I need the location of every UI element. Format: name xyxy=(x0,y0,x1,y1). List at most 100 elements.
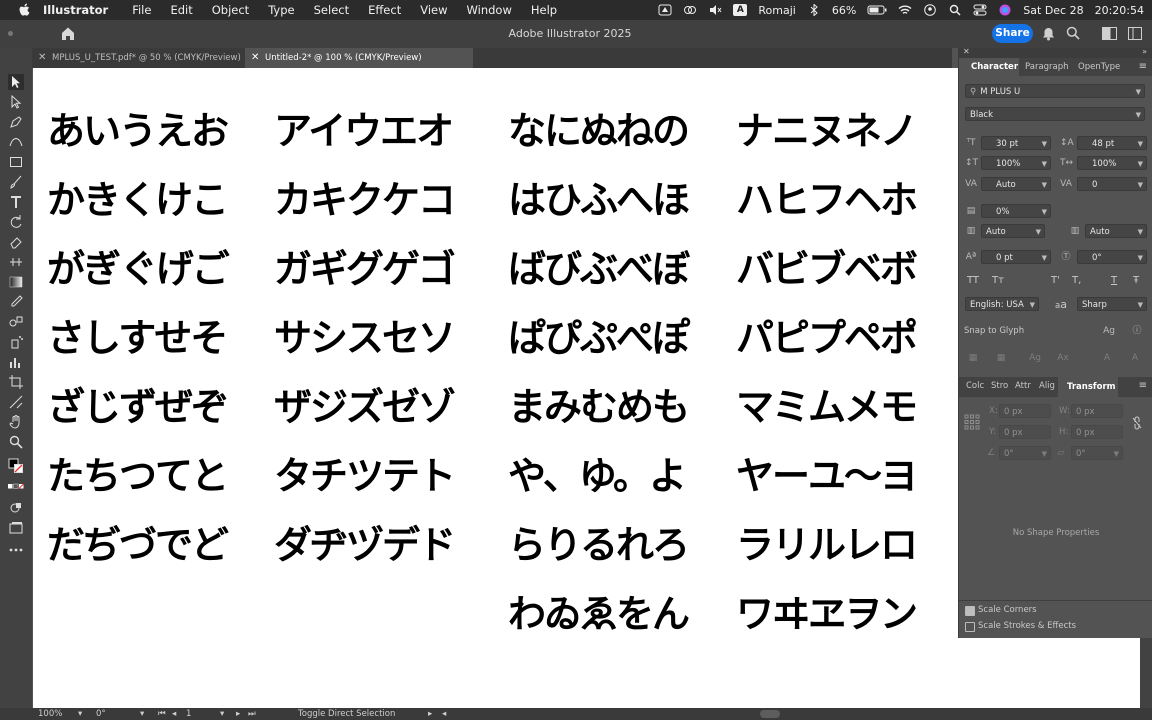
slice-tool-icon[interactable] xyxy=(8,394,24,410)
status-menu-arrow-icon[interactable]: ▸ xyxy=(428,708,432,720)
zoom-level-field[interactable]: 100% xyxy=(38,708,62,720)
underline-button[interactable]: T xyxy=(1111,275,1117,286)
kerning-field[interactable]: Auto ▼ xyxy=(981,177,1051,191)
vertical-scale-field[interactable]: 100% ▼ xyxy=(981,156,1051,170)
blend-tool-icon[interactable] xyxy=(8,314,24,330)
close-tab-icon[interactable]: ✕ xyxy=(38,48,46,68)
width-tool-icon[interactable] xyxy=(8,254,24,270)
glyph-row[interactable]: だぢづでど xyxy=(47,511,229,580)
edit-toolbar-more-icon[interactable] xyxy=(8,542,24,558)
chevron-down-icon[interactable]: ▼ xyxy=(1138,157,1143,171)
input-source-badge[interactable]: A xyxy=(733,4,748,16)
menu-view[interactable]: View xyxy=(420,3,447,17)
color-mode-icons[interactable] xyxy=(8,480,24,496)
tsume-field[interactable]: 0% ▼ xyxy=(981,204,1051,218)
drive-icon[interactable] xyxy=(658,4,672,16)
spotlight-search-icon[interactable] xyxy=(948,4,962,16)
document-tab-untitled-2[interactable]: ✕ Untitled-2* @ 100 % (CMYK/Preview) xyxy=(245,48,473,68)
katakana-column-2[interactable]: ナニヌネノ ハヒフヘホ バビブベボ パピプペポ マミムメモ ヤーユ～ヨ ラリルレ… xyxy=(736,97,918,649)
rotate-angle-field[interactable]: 0° ▼ xyxy=(999,446,1051,460)
glyph-row[interactable]: カキクケコ xyxy=(274,166,456,235)
chevron-down-icon[interactable]: ▼ xyxy=(1138,178,1143,192)
glyph-row[interactable]: ガギグゲゴ xyxy=(274,235,456,304)
glyph-row[interactable]: ラリルレロ xyxy=(736,511,918,580)
scale-corners-checkbox[interactable] xyxy=(965,606,975,616)
glyph-row[interactable]: わゐゑをん xyxy=(508,580,690,649)
eraser-tool-icon[interactable] xyxy=(8,234,24,250)
aki-right-field[interactable]: Auto ▼ xyxy=(1085,224,1147,238)
glyph-row[interactable]: らりるれろ xyxy=(508,511,690,580)
tab-opentype[interactable]: OpenType xyxy=(1078,58,1120,76)
snap-proximity-icon[interactable]: Ax xyxy=(1057,352,1069,364)
eyedropper-tool-icon[interactable] xyxy=(8,294,24,310)
chevron-down-icon[interactable]: ▼ xyxy=(1042,137,1047,151)
chevron-down-icon[interactable]: ▼ xyxy=(1138,225,1143,239)
bluetooth-icon[interactable] xyxy=(807,4,821,16)
panel-dock-header[interactable]: ✕ » xyxy=(959,47,1152,58)
wifi-icon[interactable] xyxy=(898,4,912,16)
menu-bar-date[interactable]: Sat Dec 28 xyxy=(1023,4,1083,17)
katakana-column-1[interactable]: アイウエオ カキクケコ ガギグゲゴ サシスセソ ザジズゼゾ タチツテト ダヂヅデ… xyxy=(274,97,456,580)
tab-paragraph[interactable]: Paragraph xyxy=(1025,58,1069,76)
chevron-down-icon[interactable]: ▼ xyxy=(1036,225,1041,239)
workspace-switcher-icon[interactable] xyxy=(1102,27,1117,40)
strikethrough-button[interactable]: Ŧ xyxy=(1133,275,1139,286)
first-artboard-icon[interactable]: ⏮ xyxy=(158,708,166,720)
rectangle-tool-icon[interactable] xyxy=(8,154,24,170)
zoom-tool-icon[interactable] xyxy=(8,434,24,450)
chevron-down-icon[interactable]: ▼ xyxy=(1138,137,1143,151)
language-select[interactable]: English: USA ▼ xyxy=(965,297,1039,311)
glyph-row[interactable]: なにぬねの xyxy=(508,97,690,166)
artboard-tool-icon[interactable] xyxy=(8,374,24,390)
curvature-tool-icon[interactable] xyxy=(8,134,24,150)
view-rotation-field[interactable]: 0° xyxy=(96,708,106,720)
search-icon[interactable] xyxy=(1066,26,1080,40)
glyph-row[interactable]: や、ゆ。よ xyxy=(508,442,688,511)
tab-attributes[interactable]: Attr xyxy=(1015,377,1031,395)
glyph-row[interactable]: ザジズゼゾ xyxy=(274,373,456,442)
glyph-row[interactable]: サシスセソ xyxy=(274,304,456,373)
menu-select[interactable]: Select xyxy=(314,3,349,17)
aki-left-field[interactable]: Auto ▼ xyxy=(981,224,1045,238)
glyph-row[interactable]: はひふへほ xyxy=(508,166,690,235)
glyph-row[interactable]: ナニヌネノ xyxy=(736,97,918,166)
selection-tool-icon[interactable] xyxy=(8,74,24,90)
menu-help[interactable]: Help xyxy=(531,3,557,17)
menu-object[interactable]: Object xyxy=(212,3,249,17)
direct-selection-tool-icon[interactable] xyxy=(8,94,24,110)
glyph-row[interactable]: タチツテト xyxy=(274,442,456,511)
user-icon[interactable] xyxy=(923,4,937,16)
antialias-select[interactable]: Sharp ▼ xyxy=(1077,297,1147,311)
tab-stroke[interactable]: Stro xyxy=(991,377,1008,395)
font-family-field[interactable]: ⚲ M PLUS U ▼ xyxy=(965,84,1145,98)
small-caps-button[interactable]: Tт xyxy=(992,275,1004,286)
type-tool-icon[interactable] xyxy=(8,194,24,210)
glyph-row[interactable]: バビブベボ xyxy=(736,235,918,304)
glyph-row[interactable]: ワヰヱヲン xyxy=(736,580,918,649)
tab-character[interactable]: Character xyxy=(959,58,1019,76)
snap-baseline-icon[interactable]: ▦ xyxy=(967,352,979,364)
column-graph-tool-icon[interactable] xyxy=(8,354,24,370)
glyph-row[interactable]: さしすせそ xyxy=(47,304,228,373)
drawing-modes-icon[interactable] xyxy=(8,500,24,516)
scale-strokes-effects-checkbox[interactable] xyxy=(965,622,975,632)
scroll-left-icon[interactable]: ◂ xyxy=(442,708,446,720)
character-rotation-field[interactable]: 0° ▼ xyxy=(1077,250,1147,264)
screen-mode-icon[interactable] xyxy=(8,520,24,536)
tab-transform[interactable]: Transform xyxy=(1058,377,1118,397)
x-field[interactable]: 0 px xyxy=(999,404,1051,418)
hand-tool-icon[interactable] xyxy=(8,414,24,430)
chevron-down-icon[interactable]: ▼ xyxy=(1042,251,1047,265)
chevron-down-icon[interactable]: ▼ xyxy=(1030,298,1035,312)
input-method-label[interactable]: Romaji xyxy=(758,4,795,17)
notifications-bell-icon[interactable] xyxy=(1042,27,1055,41)
font-style-field[interactable]: Black ▼ xyxy=(965,107,1145,121)
glyph-row[interactable]: たちつてと xyxy=(47,442,229,511)
snap-x-height-icon[interactable]: ▦ xyxy=(995,352,1007,364)
tab-color[interactable]: Colc xyxy=(966,377,984,395)
y-field[interactable]: 0 px xyxy=(999,425,1051,439)
horizontal-scrollbar-thumb[interactable] xyxy=(760,710,780,718)
collapse-panel-icon[interactable]: » xyxy=(1142,47,1147,56)
glyph-row[interactable]: かきくけこ xyxy=(47,166,229,235)
expand-panels-icon[interactable] xyxy=(1128,27,1142,40)
